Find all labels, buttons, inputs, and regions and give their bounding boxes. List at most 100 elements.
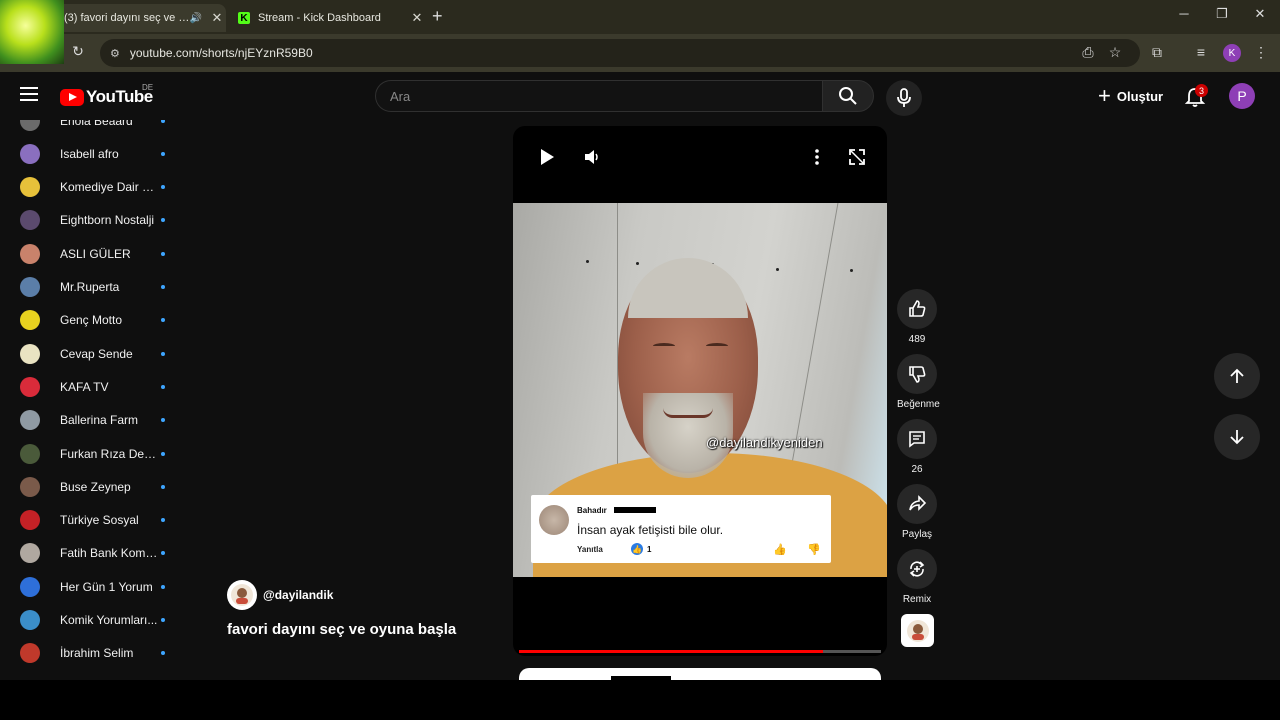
channel-avatar[interactable] <box>227 580 257 610</box>
sidebar-subscription-item[interactable]: Fatih Bank Komb... <box>0 537 200 570</box>
comment-overlay-card: Bahadır İnsan ayak fetişisti bile olur. … <box>531 495 831 563</box>
sidebar-subscription-item[interactable]: Ehoia Beaard <box>0 120 200 137</box>
dislike-action[interactable]: Beğenme <box>897 354 940 410</box>
new-content-dot <box>161 651 165 656</box>
video-progress-bar[interactable] <box>519 650 881 653</box>
site-info-icon[interactable]: ⚙ <box>110 47 120 60</box>
thumbs-up-icon: 👍 <box>773 544 787 556</box>
progress-fill <box>519 650 824 653</box>
remix-button[interactable] <box>897 549 937 589</box>
new-content-dot <box>161 551 165 556</box>
search-button[interactable] <box>822 80 874 112</box>
sidebar-subscription-item[interactable]: Mr.Ruperta <box>0 271 200 304</box>
shorts-player[interactable]: @dayilandikyeniden Bahadır İnsan ayak fe… <box>513 126 887 656</box>
sidebar-subscription-item[interactable]: Komediye Dair H... <box>0 171 200 204</box>
dislike-label: Beğenme <box>897 399 940 410</box>
channel-handle[interactable]: @dayilandik <box>263 588 333 602</box>
close-tab-icon[interactable]: ✕ <box>408 10 426 26</box>
new-content-dot <box>161 618 165 622</box>
sidebar-subscription-item[interactable]: Eightborn Nostalji <box>0 204 200 237</box>
new-content-dot <box>161 318 165 323</box>
close-tab-icon[interactable]: ✕ <box>208 10 226 26</box>
sidebar-subscription-item[interactable]: Cevap Sende <box>0 337 200 370</box>
subscription-name: Ehoia Beaard <box>60 120 133 128</box>
share-icon <box>909 495 927 511</box>
comments-action[interactable]: 26 <box>897 419 937 475</box>
sidebar-subscription-item[interactable]: İbrahim Selim <box>0 637 200 670</box>
channel-avatar <box>20 643 40 664</box>
youtube-logo[interactable]: YouTube DE <box>60 83 153 107</box>
close-window-button[interactable]: ✕ <box>1240 6 1280 22</box>
thumbs-down-icon <box>909 366 926 383</box>
comments-button[interactable] <box>897 419 937 459</box>
channel-avatar <box>20 543 40 564</box>
dislike-button[interactable] <box>897 354 937 394</box>
new-content-dot <box>161 185 165 190</box>
like-button[interactable] <box>897 289 937 329</box>
subscription-name: Eightborn Nostalji <box>60 213 155 228</box>
channel-avatar <box>20 243 40 264</box>
new-content-dot <box>161 451 165 456</box>
url-text: youtube.com/shorts/njEYznR59B0 <box>129 46 313 60</box>
sidebar-subscription-item[interactable]: Genç Motto <box>0 304 200 337</box>
sidebar-subscription-item[interactable]: ASLI GÜLER <box>0 237 200 270</box>
voice-search-button[interactable] <box>886 80 922 116</box>
youtube-header: YouTube DE Ara + Oluştur P <box>0 72 1280 120</box>
channel-avatar <box>20 210 40 231</box>
like-action[interactable]: 489 <box>897 289 937 345</box>
tab-kick-dashboard[interactable]: K Stream - Kick Dashboard ✕ <box>230 4 426 32</box>
sidebar-subscription-item[interactable]: KAFA TV <box>0 370 200 403</box>
menu-icon[interactable] <box>20 87 38 101</box>
search-input[interactable]: Ara <box>375 80 823 112</box>
video-watermark: @dayilandikyeniden <box>706 435 823 450</box>
volume-icon[interactable] <box>583 148 601 166</box>
browser-profile-avatar[interactable]: K <box>1223 44 1241 62</box>
video-frame[interactable]: @dayilandikyeniden Bahadır İnsan ayak fe… <box>513 203 887 577</box>
new-content-dot <box>161 384 165 389</box>
sidebar-subscription-item[interactable]: Buse Zeynep <box>0 470 200 503</box>
sidebar-subscription-item[interactable]: Isabell afro <box>0 137 200 170</box>
channel-info[interactable]: @dayilandik <box>227 580 333 610</box>
install-app-icon[interactable]: ⎙ <box>1078 44 1098 61</box>
browser-menu-icon[interactable]: ⋮ <box>1251 44 1271 61</box>
notification-count-badge: 3 <box>1195 84 1208 97</box>
new-content-dot <box>161 151 165 156</box>
share-action[interactable]: Paylaş <box>897 484 937 540</box>
new-tab-button[interactable]: + <box>432 6 443 27</box>
next-short-button[interactable] <box>1214 414 1260 460</box>
comment-count: 26 <box>911 464 923 475</box>
sidebar-subscription-item[interactable]: Furkan Rıza Dem... <box>0 437 200 470</box>
restore-button[interactable]: ❐ <box>1202 6 1242 22</box>
sound-thumbnail[interactable] <box>901 614 934 647</box>
speaker-icon[interactable]: 🔊 <box>190 13 202 24</box>
video-thumbnail-overlay <box>0 0 64 64</box>
new-content-dot <box>161 218 165 223</box>
reply-label: Yanıtla <box>577 545 603 554</box>
channel-avatar <box>20 277 40 297</box>
reload-icon[interactable]: ↻ <box>68 43 88 60</box>
extensions-icon[interactable]: ⧉ <box>1147 44 1167 61</box>
microphone-icon <box>897 88 911 107</box>
bookmark-star-icon[interactable]: ☆ <box>1105 44 1125 61</box>
like-reaction-icon: 👍 <box>631 543 643 555</box>
account-avatar[interactable]: P <box>1229 83 1255 109</box>
remix-action[interactable]: Remix <box>897 549 937 605</box>
play-icon[interactable] <box>539 148 555 166</box>
channel-avatar <box>20 476 40 497</box>
sidebar-subscription-item[interactable]: Komik Yorumları... <box>0 604 200 637</box>
previous-short-button[interactable] <box>1214 353 1260 399</box>
media-control-icon[interactable]: ≡ <box>1191 44 1211 60</box>
address-bar[interactable]: ⚙ youtube.com/shorts/njEYznR59B0 <box>100 39 1140 67</box>
more-options-icon[interactable] <box>811 148 823 166</box>
channel-avatar <box>20 120 40 131</box>
share-button[interactable] <box>897 484 937 524</box>
sidebar-subscription-item[interactable]: Her Gün 1 Yorum <box>0 570 200 603</box>
new-content-dot <box>161 251 165 256</box>
minimize-button[interactable]: ─ <box>1164 6 1204 21</box>
create-button[interactable]: + Oluştur <box>1090 82 1171 110</box>
sidebar-subscription-item[interactable]: Ballerina Farm <box>0 404 200 437</box>
sidebar-subscription-item[interactable]: Türkiye Sosyal <box>0 504 200 537</box>
comment-author-avatar <box>539 505 569 535</box>
tab-youtube[interactable]: (3) favori dayını seç ve oyun 🔊 ✕ <box>56 4 226 32</box>
fullscreen-icon[interactable] <box>848 148 866 166</box>
